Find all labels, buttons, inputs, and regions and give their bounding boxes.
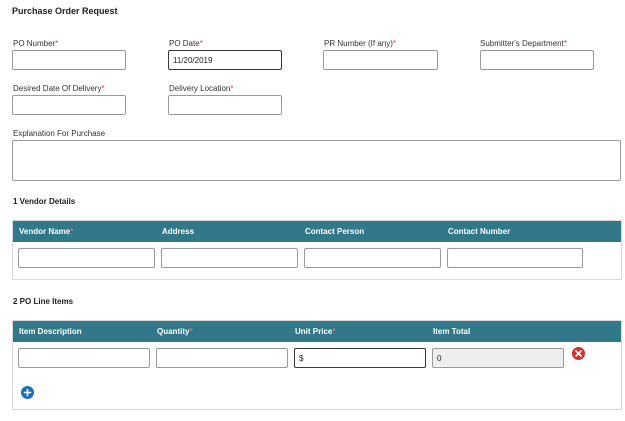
address-header: Address <box>162 227 195 236</box>
delivery-location-label-text: Delivery Location <box>169 84 231 93</box>
form-title: Purchase Order Request <box>12 6 118 16</box>
vendor-table-header: Vendor Name* Address Contact Person Cont… <box>13 221 621 242</box>
po-date-label-text: PO Date <box>169 39 200 48</box>
po-number-label-text: PO Number <box>13 39 56 48</box>
line-items-section-title: 2 PO Line Items <box>13 297 74 306</box>
submitter-department-label: Submitter's Department* <box>480 39 567 48</box>
desired-delivery-date-label-text: Desired Date Of Delivery <box>13 84 102 93</box>
vendor-contact-number-input[interactable] <box>447 248 583 268</box>
required-mark: * <box>563 39 567 48</box>
explanation-textarea[interactable] <box>12 140 621 181</box>
vendor-name-header: Vendor Name* <box>19 227 73 236</box>
remove-row-button[interactable] <box>572 347 585 360</box>
po-number-input[interactable] <box>12 50 126 70</box>
unit-price-header-text: Unit Price <box>295 327 333 336</box>
delivery-location-label: Delivery Location* <box>169 84 234 93</box>
item-total-input <box>432 348 564 368</box>
item-description-input[interactable] <box>18 348 150 368</box>
desired-delivery-date-input[interactable] <box>12 95 126 115</box>
explanation-label: Explanation For Purchase <box>13 129 106 138</box>
unit-price-input[interactable] <box>294 348 426 368</box>
po-number-label: PO Number* <box>13 39 58 48</box>
vendor-contact-person-input[interactable] <box>304 248 441 268</box>
required-mark: * <box>230 84 234 93</box>
vendor-address-input[interactable] <box>161 248 298 268</box>
vendor-name-header-text: Vendor Name <box>19 227 71 236</box>
required-mark: * <box>189 327 193 336</box>
quantity-input[interactable] <box>156 348 288 368</box>
contact-number-header: Contact Number <box>448 227 511 236</box>
pr-number-label: PR Number (If any)* <box>324 39 396 48</box>
required-mark: * <box>332 327 336 336</box>
po-date-label: PO Date* <box>169 39 203 48</box>
add-row-button[interactable] <box>21 386 34 399</box>
po-date-input[interactable] <box>168 50 282 70</box>
delivery-location-input[interactable] <box>168 95 282 115</box>
pr-number-input[interactable] <box>323 50 438 70</box>
item-total-header: Item Total <box>433 327 471 336</box>
required-mark: * <box>70 227 74 236</box>
pr-number-label-text: PR Number (If any) <box>324 39 393 48</box>
quantity-header: Quantity* <box>157 327 193 336</box>
line-items-table-header: Item Description Quantity* Unit Price* I… <box>13 321 621 342</box>
submitter-department-input[interactable] <box>480 50 594 70</box>
plus-circle-icon <box>21 386 34 399</box>
item-description-header: Item Description <box>19 327 82 336</box>
required-mark: * <box>199 39 203 48</box>
required-mark: * <box>55 39 59 48</box>
vendor-section-title: 1 Vendor Details <box>13 197 76 206</box>
quantity-header-text: Quantity <box>157 327 190 336</box>
desired-delivery-date-label: Desired Date Of Delivery* <box>13 84 105 93</box>
vendor-name-input[interactable] <box>18 248 155 268</box>
unit-price-header: Unit Price* <box>295 327 335 336</box>
required-mark: * <box>392 39 397 48</box>
close-circle-icon <box>572 347 585 360</box>
submitter-department-label-text: Submitter's Department <box>480 39 564 48</box>
contact-person-header: Contact Person <box>305 227 365 236</box>
required-mark: * <box>101 84 105 93</box>
